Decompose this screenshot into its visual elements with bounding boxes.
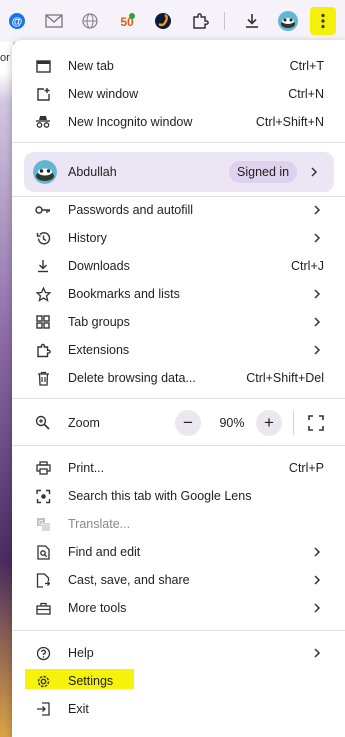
zoom-in-button[interactable]: + bbox=[256, 410, 282, 436]
menu-item-downloads[interactable]: Downloads Ctrl+J bbox=[12, 252, 345, 280]
help-icon bbox=[35, 645, 51, 661]
extensions-puzzle-icon[interactable] bbox=[189, 10, 211, 32]
menu-item-more-tools[interactable]: More tools bbox=[12, 594, 345, 622]
cast-icon bbox=[35, 572, 51, 588]
chevron-right-icon bbox=[314, 648, 321, 658]
incognito-icon bbox=[35, 114, 51, 130]
zoom-magnifier-icon bbox=[35, 415, 51, 431]
menu-item-translate[interactable]: G Translate... bbox=[12, 510, 345, 538]
chevron-right-icon bbox=[314, 547, 321, 557]
toolbox-icon bbox=[35, 600, 51, 616]
chevron-right-icon bbox=[314, 345, 321, 355]
history-icon bbox=[35, 230, 51, 246]
menu-item-print[interactable]: Print... Ctrl+P bbox=[12, 454, 345, 482]
menu-item-google-lens[interactable]: Search this tab with Google Lens bbox=[12, 482, 345, 510]
chevron-right-icon bbox=[314, 233, 321, 243]
menu-divider bbox=[12, 142, 345, 143]
chevron-right-icon bbox=[314, 205, 321, 215]
fifty-badge-icon[interactable]: 50 bbox=[116, 10, 138, 32]
svg-text:@: @ bbox=[12, 16, 23, 28]
tab-groups-icon bbox=[35, 314, 51, 330]
profile-name: Abdullah bbox=[68, 165, 117, 179]
exit-icon bbox=[35, 701, 51, 717]
zoom-out-button[interactable]: − bbox=[175, 410, 201, 436]
zoom-row: Zoom − 90% + bbox=[12, 407, 345, 439]
at-sign-icon[interactable]: @ bbox=[6, 10, 28, 32]
menu-item-passwords-autofill[interactable]: Passwords and autofill bbox=[12, 196, 345, 224]
chevron-right-icon bbox=[314, 289, 321, 299]
new-tab-icon bbox=[35, 58, 51, 74]
menu-item-bookmarks-lists[interactable]: Bookmarks and lists bbox=[12, 280, 345, 308]
more-menu-button[interactable] bbox=[310, 7, 336, 35]
star-icon bbox=[35, 286, 51, 302]
profile-avatar-icon[interactable] bbox=[277, 10, 299, 32]
signed-in-badge: Signed in bbox=[229, 161, 298, 183]
menu-item-find-and-edit[interactable]: Find and edit bbox=[12, 538, 345, 566]
chevron-right-icon bbox=[311, 167, 318, 177]
fullscreen-icon[interactable] bbox=[307, 414, 325, 432]
globe-icon[interactable] bbox=[79, 10, 101, 32]
toolbar-separator bbox=[224, 12, 225, 30]
trash-icon bbox=[35, 370, 51, 386]
menu-item-help[interactable]: Help bbox=[12, 639, 345, 667]
menu-item-delete-browsing-data[interactable]: Delete browsing data... Ctrl+Shift+Del bbox=[12, 364, 345, 392]
chevron-right-icon bbox=[314, 317, 321, 327]
chevron-right-icon bbox=[314, 603, 321, 613]
download-icon[interactable] bbox=[241, 10, 263, 32]
translate-icon: G bbox=[35, 516, 51, 532]
more-menu-icon bbox=[321, 13, 325, 29]
key-icon bbox=[35, 202, 51, 218]
menu-item-tab-groups[interactable]: Tab groups bbox=[12, 308, 345, 336]
find-icon bbox=[35, 544, 51, 560]
download-icon bbox=[35, 258, 51, 274]
menu-item-extensions[interactable]: Extensions bbox=[12, 336, 345, 364]
zoom-level: 90% bbox=[219, 416, 245, 430]
mail-icon[interactable] bbox=[43, 10, 65, 32]
menu-divider bbox=[12, 630, 345, 631]
browser-toolbar: @ 50 bbox=[0, 0, 345, 42]
menu-item-new-window[interactable]: New window Ctrl+N bbox=[12, 80, 345, 108]
svg-text:G: G bbox=[38, 520, 43, 527]
browser-main-menu: New tab Ctrl+T New window Ctrl+N New Inc… bbox=[12, 40, 345, 737]
page-text-fragment: or bbox=[0, 52, 10, 64]
menu-item-new-tab[interactable]: New tab Ctrl+T bbox=[12, 52, 345, 80]
new-window-icon bbox=[35, 86, 51, 102]
puzzle-icon bbox=[35, 342, 51, 358]
menu-item-settings[interactable]: Settings bbox=[12, 667, 345, 695]
chevron-right-icon bbox=[314, 575, 321, 585]
profile-avatar-icon bbox=[33, 160, 57, 184]
lens-icon bbox=[35, 488, 51, 504]
settings-gear-icon bbox=[35, 673, 51, 689]
menu-item-history[interactable]: History bbox=[12, 224, 345, 252]
menu-divider bbox=[12, 445, 345, 446]
menu-divider bbox=[12, 398, 345, 399]
profile-row[interactable]: Abdullah Signed in bbox=[24, 152, 334, 192]
zoom-label: Zoom bbox=[68, 416, 100, 430]
menu-item-new-incognito-window[interactable]: New Incognito window Ctrl+Shift+N bbox=[12, 108, 345, 136]
zoom-separator bbox=[293, 411, 294, 435]
print-icon bbox=[35, 460, 51, 476]
menu-item-exit[interactable]: Exit bbox=[12, 695, 345, 723]
s-app-icon[interactable] bbox=[152, 10, 174, 32]
menu-item-cast-save-share[interactable]: Cast, save, and share bbox=[12, 566, 345, 594]
